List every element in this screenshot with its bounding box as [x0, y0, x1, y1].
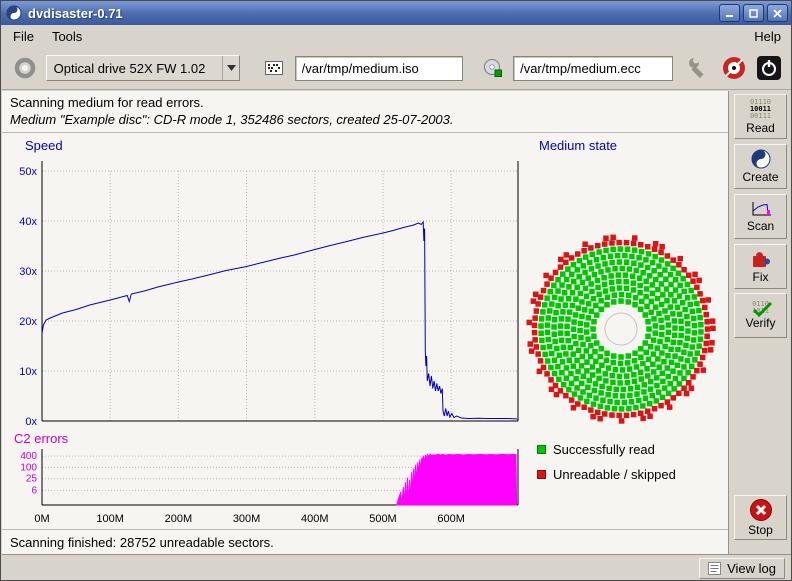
drive-select-value: Optical drive 52X FW 1.02: [47, 61, 223, 76]
read-label: Read: [746, 121, 775, 135]
maximize-button[interactable]: [743, 4, 764, 22]
svg-text:200M: 200M: [165, 513, 193, 525]
svg-text:300M: 300M: [233, 513, 261, 525]
maximize-icon: [748, 8, 759, 19]
legend-item-unreadable: Unreadable / skipped: [537, 467, 676, 482]
ecc-path-input[interactable]: [513, 56, 673, 81]
iso-file-icon: [264, 58, 284, 78]
menubar: File Tools Help: [2, 25, 792, 47]
about-button[interactable]: [720, 53, 749, 83]
status-line-2: Medium "Example disc": CD-R mode 1, 3524…: [10, 112, 454, 127]
power-icon: [756, 55, 782, 81]
iso-file-button[interactable]: [260, 53, 289, 83]
speed-chart: 50x 40x 30x 20x 10x 0x: [8, 153, 524, 433]
fix-label: Fix: [753, 270, 769, 284]
create-icon: [751, 149, 771, 169]
svg-text:6: 6: [31, 485, 37, 496]
log-icon: [708, 562, 721, 575]
verify-label: Verify: [745, 316, 775, 330]
speed-chart-title: Speed: [25, 138, 63, 153]
legend-item-read: Successfully read: [537, 442, 676, 457]
ecc-file-icon: [483, 58, 503, 78]
titlebar: dvdisaster-0.71: [1, 1, 792, 25]
c2-errors-chart: 400100256 0M 100M 200M 300M 400M 500M 600M: [8, 445, 524, 529]
status-line-1: Scanning medium for read errors.: [10, 95, 204, 110]
create-button[interactable]: Create: [734, 144, 787, 189]
verify-button[interactable]: 0110 1011 Verify: [734, 293, 787, 338]
legend-label-unreadable: Unreadable / skipped: [553, 467, 676, 482]
app-icon[interactable]: [6, 5, 22, 21]
svg-text:100M: 100M: [96, 513, 124, 525]
view-log-label: View log: [727, 561, 776, 576]
drive-select[interactable]: Optical drive 52X FW 1.02: [46, 55, 241, 81]
svg-text:40x: 40x: [19, 216, 37, 228]
svg-text:400: 400: [20, 451, 37, 462]
svg-text:0x: 0x: [25, 416, 37, 428]
stop-label: Stop: [748, 523, 773, 537]
separator: [2, 132, 728, 133]
minimize-button[interactable]: [719, 4, 740, 22]
quit-button[interactable]: [754, 53, 783, 83]
close-button[interactable]: [767, 4, 788, 22]
minimize-icon: [724, 8, 735, 19]
c2-errors-title: C2 errors: [14, 431, 68, 446]
puzzle-piece-icon: [750, 249, 772, 269]
main-content: Scanning medium for read errors. Medium …: [2, 91, 728, 554]
svg-text:20x: 20x: [19, 316, 37, 328]
separator: [2, 529, 728, 530]
scan-button[interactable]: Scan: [734, 194, 787, 239]
action-sidebar: 01110 10011 00111 Read Create Scan: [728, 91, 792, 554]
stop-icon: [749, 498, 773, 522]
ecc-file-button[interactable]: [478, 53, 507, 83]
bottom-bar: View log: [2, 554, 792, 581]
read-icon: 01110 10011 00111: [750, 99, 771, 120]
drive-button[interactable]: [11, 53, 40, 83]
legend-swatch-red: [537, 470, 546, 479]
legend-swatch-green: [537, 445, 546, 454]
view-log-button[interactable]: View log: [699, 558, 785, 579]
preferences-button[interactable]: [685, 53, 714, 83]
scan-label: Scan: [747, 219, 774, 233]
medium-state-title: Medium state: [539, 138, 617, 153]
svg-text:10x: 10x: [19, 366, 37, 378]
toolbar: Optical drive 52X FW 1.02: [2, 47, 792, 90]
read-button[interactable]: 01110 10011 00111 Read: [734, 94, 787, 139]
menu-tools[interactable]: Tools: [43, 27, 91, 46]
close-icon: [772, 8, 783, 19]
create-label: Create: [742, 170, 778, 184]
scan-result-status: Scanning finished: 28752 unreadable sect…: [10, 535, 274, 550]
svg-text:50x: 50x: [19, 166, 37, 178]
svg-text:25: 25: [26, 474, 38, 485]
window-title: dvdisaster-0.71: [28, 6, 716, 21]
svg-text:400M: 400M: [301, 513, 329, 525]
legend-label-read: Successfully read: [553, 442, 655, 457]
svg-text:30x: 30x: [19, 266, 37, 278]
drive-icon: [14, 57, 36, 79]
iso-path-input[interactable]: [295, 56, 463, 81]
medium-state-legend: Successfully read Unreadable / skipped: [537, 442, 676, 482]
menu-file[interactable]: File: [4, 27, 43, 46]
dvdisaster-logo-icon: [721, 55, 747, 81]
medium-state-disc: [523, 231, 719, 427]
app-window: dvdisaster-0.71 File Tools Help Optical …: [0, 0, 792, 581]
svg-text:600M: 600M: [437, 513, 465, 525]
svg-text:500M: 500M: [369, 513, 397, 525]
stop-button[interactable]: Stop: [734, 495, 787, 540]
chevron-down-icon: [222, 56, 239, 80]
scan-icon: [750, 201, 772, 218]
fix-button[interactable]: Fix: [734, 244, 787, 289]
svg-text:0M: 0M: [34, 513, 49, 525]
svg-text:100: 100: [20, 462, 37, 473]
menu-help[interactable]: Help: [745, 27, 790, 46]
wrench-icon: [687, 56, 711, 80]
check-icon: [751, 301, 773, 317]
